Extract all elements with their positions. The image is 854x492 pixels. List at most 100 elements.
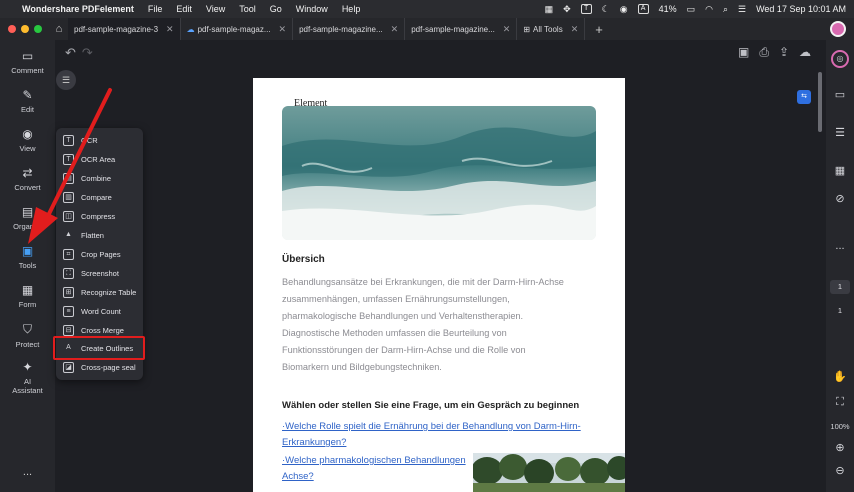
menu-item-word-count[interactable]: ≡ Word Count <box>56 302 143 321</box>
thumbnails-icon[interactable]: ▦ <box>826 164 854 177</box>
more-icon[interactable]: ... <box>0 466 55 478</box>
paragraph-line: Behandlungsansätze bei Erkrankungen, die… <box>282 277 564 287</box>
status-moon-icon[interactable]: ☾ <box>602 4 610 15</box>
menu-window[interactable]: Window <box>296 4 328 14</box>
cloud-icon: ☁ <box>186 24 195 34</box>
control-center-icon[interactable]: ☰ <box>738 4 746 15</box>
zoom-out-icon[interactable]: ⊖ <box>826 464 854 477</box>
zoom-level[interactable]: 100% <box>826 422 854 431</box>
sidebar-item-form[interactable]: ▦ Form <box>0 283 55 309</box>
tab-document-2[interactable]: ☁ pdf-sample-magaz... ✕ <box>181 18 294 40</box>
sidebar-item-organize[interactable]: ▤ Organi... <box>0 205 55 231</box>
menu-item-recognize-table[interactable]: ⊞ Recognize Table <box>56 283 143 302</box>
edit-icon: ✎ <box>22 88 33 102</box>
menu-item-combine[interactable]: ▤ Combine <box>56 169 143 188</box>
tab-all-tools[interactable]: ⊞ All Tools ✕ <box>517 18 586 40</box>
menu-item-label: Cross Merge <box>81 326 124 335</box>
tab-document-4[interactable]: pdf-sample-magazine... ✕ <box>405 18 518 40</box>
seal-icon: ◪ <box>63 362 74 373</box>
status-text-icon[interactable]: T <box>580 4 592 14</box>
status-app-icon[interactable]: ▦ <box>545 4 554 15</box>
question-link[interactable]: ·Welche Rolle spielt die Ernährung bei d… <box>282 419 581 435</box>
sidebar-item-tools[interactable]: ▣ Tools <box>0 244 55 270</box>
sidebar-item-label: Convert <box>14 183 41 192</box>
home-icon[interactable]: ⌂ <box>50 23 68 35</box>
sidebar-item-ai-assistant[interactable]: ✦ AI Assistant <box>0 360 55 395</box>
sidebar-item-protect[interactable]: ⛉ Protect <box>0 322 55 349</box>
menu-tool[interactable]: Tool <box>239 4 256 14</box>
tab-document-3[interactable]: pdf-sample-magazine... ✕ <box>293 18 406 40</box>
menu-item-screenshot[interactable]: ⛶ Screenshot <box>56 264 143 283</box>
menu-view[interactable]: View <box>206 4 225 14</box>
attachment-icon[interactable]: ⊘ <box>826 192 854 205</box>
grid-icon: ⊞ <box>523 24 531 34</box>
menu-item-ocr[interactable]: T OCR <box>56 131 143 150</box>
properties-icon[interactable]: ☰ <box>826 126 854 139</box>
total-pages: 1 <box>837 306 843 315</box>
fit-page-icon[interactable]: ⛶ <box>826 396 854 409</box>
input-source-icon[interactable]: A <box>637 4 649 14</box>
sidebar-item-view[interactable]: ◉ View <box>0 127 55 153</box>
sidebar-item-label: Tools <box>18 261 37 270</box>
battery-icon[interactable]: ▭ <box>687 4 696 15</box>
tab-label: All Tools <box>533 24 563 34</box>
left-sidebar: ▭ Comment ✎ Edit ◉ View ⇄ Convert ▤ Orga… <box>0 40 55 492</box>
close-window-button[interactable] <box>8 25 16 33</box>
vertical-scrollbar[interactable] <box>817 72 822 477</box>
menu-item-crop-pages[interactable]: ⌗ Crop Pages <box>56 245 143 264</box>
menu-file[interactable]: File <box>148 4 163 14</box>
menu-item-ocr-area[interactable]: T OCR Area <box>56 150 143 169</box>
menu-item-compare[interactable]: ▥ Compare <box>56 188 143 207</box>
question-link[interactable]: ·Welche pharmakologischen Behandlungen <box>282 453 466 469</box>
menu-item-compress[interactable]: ◫ Compress <box>56 207 143 226</box>
crop-icon: ⌗ <box>63 249 74 260</box>
more-icon[interactable]: ... <box>826 240 854 252</box>
hand-tool-icon[interactable]: ✋ <box>826 370 854 383</box>
print-icon[interactable]: ⎙ <box>759 45 769 60</box>
redo-icon[interactable]: ↷ <box>82 45 93 61</box>
current-page-number[interactable]: 1 <box>830 280 850 294</box>
translate-icon[interactable]: ⇆ <box>797 90 811 104</box>
minimize-window-button[interactable] <box>21 25 29 33</box>
tab-document-1[interactable]: pdf-sample-magazine-3 ✕ <box>68 18 181 40</box>
sidebar-item-label: View <box>19 144 36 153</box>
save-icon[interactable]: ▣ <box>738 45 749 60</box>
scrollbar-thumb[interactable] <box>818 72 822 132</box>
menu-edit[interactable]: Edit <box>176 4 192 14</box>
search-icon[interactable]: ⌕ <box>723 4 728 15</box>
close-tab-icon[interactable]: ✕ <box>166 24 174 35</box>
ocr-area-icon: T <box>63 154 74 165</box>
sidebar-item-convert[interactable]: ⇄ Convert <box>0 166 55 192</box>
wifi-icon[interactable]: ◠ <box>705 4 713 15</box>
status-dot-icon[interactable]: ◉ <box>620 4 628 15</box>
screenshot-icon: ⛶ <box>63 268 74 279</box>
chat-icon[interactable]: ▭ <box>826 88 854 101</box>
menu-help[interactable]: Help <box>342 4 361 14</box>
tab-label: pdf-sample-magazine... <box>411 24 495 34</box>
avatar[interactable] <box>830 21 846 37</box>
menu-go[interactable]: Go <box>270 4 282 14</box>
menu-item-flatten[interactable]: ▲ Flatten <box>56 226 143 245</box>
zoom-in-icon[interactable]: ⊕ <box>826 441 854 454</box>
settings-sliders-icon[interactable]: ☰ <box>56 70 76 90</box>
status-puzzle-icon[interactable]: ✥ <box>563 4 571 15</box>
sidebar-item-edit[interactable]: ✎ Edit <box>0 88 55 114</box>
sidebar-item-comment[interactable]: ▭ Comment <box>0 49 55 75</box>
close-tab-icon[interactable]: ✕ <box>279 24 287 35</box>
clock[interactable]: Wed 17 Sep 10:01 AM <box>756 4 846 14</box>
question-link[interactable]: Achse? <box>282 469 314 485</box>
app-menu-title[interactable]: Wondershare PDFelement <box>22 4 134 14</box>
new-tab-button[interactable]: + <box>595 22 603 37</box>
compress-icon: ◫ <box>63 211 74 222</box>
menu-item-cross-page-seal[interactable]: ◪ Cross-page seal <box>56 358 143 377</box>
ai-assistant-icon[interactable]: ◎ <box>831 50 849 68</box>
zoom-window-button[interactable] <box>34 25 42 33</box>
pdf-page[interactable]: Element Übersich Behandlungsansätze bei … <box>253 78 625 492</box>
close-tab-icon[interactable]: ✕ <box>391 24 399 35</box>
share-icon[interactable]: ⇪ <box>779 45 789 60</box>
cloud-upload-icon[interactable]: ☁ <box>799 45 811 60</box>
question-link[interactable]: Erkrankungen? <box>282 435 346 451</box>
close-tab-icon[interactable]: ✕ <box>571 24 579 35</box>
close-tab-icon[interactable]: ✕ <box>503 24 511 35</box>
undo-icon[interactable]: ↶ <box>65 45 76 61</box>
